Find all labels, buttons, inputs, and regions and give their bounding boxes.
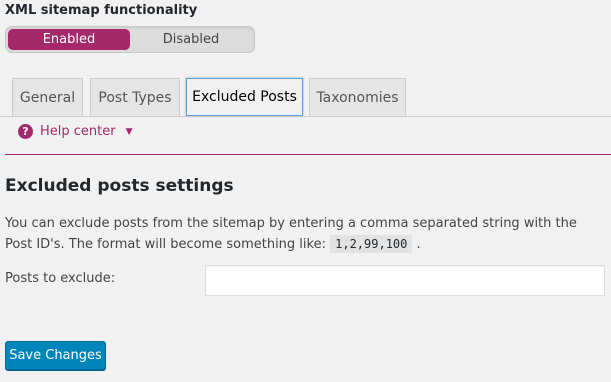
- description-end: .: [416, 237, 421, 252]
- tabs-divider: [0, 116, 611, 117]
- description-text: You can exclude posts from the sitemap b…: [5, 216, 577, 252]
- caret-down-icon: ▼: [125, 126, 133, 137]
- save-changes-button[interactable]: Save Changes: [5, 341, 106, 370]
- toggle-title: XML sitemap functionality: [5, 3, 198, 18]
- tab-excluded-posts[interactable]: Excluded Posts: [186, 78, 303, 116]
- section-title: Excluded posts settings: [5, 176, 234, 196]
- help-center-label: Help center: [40, 124, 116, 139]
- tab-general[interactable]: General: [12, 78, 83, 116]
- help-divider: [5, 154, 611, 155]
- posts-to-exclude-label: Posts to exclude:: [5, 271, 116, 286]
- example-code: 1,2,99,100: [330, 235, 413, 253]
- section-description: You can exclude posts from the sitemap b…: [5, 214, 605, 255]
- posts-to-exclude-input[interactable]: [205, 265, 605, 296]
- toggle-enabled-option[interactable]: Enabled: [8, 29, 130, 50]
- settings-tabs: General Post Types Excluded Posts Taxono…: [0, 78, 611, 116]
- question-circle-icon: ?: [18, 124, 33, 139]
- tab-post-types[interactable]: Post Types: [90, 78, 180, 116]
- xml-sitemap-toggle[interactable]: Enabled Disabled: [5, 26, 255, 53]
- tab-taxonomies[interactable]: Taxonomies: [309, 78, 406, 116]
- page: XML sitemap functionality Enabled Disabl…: [0, 0, 611, 382]
- toggle-disabled-option[interactable]: Disabled: [130, 29, 252, 50]
- help-center-toggle[interactable]: ? Help center ▼: [18, 124, 133, 139]
